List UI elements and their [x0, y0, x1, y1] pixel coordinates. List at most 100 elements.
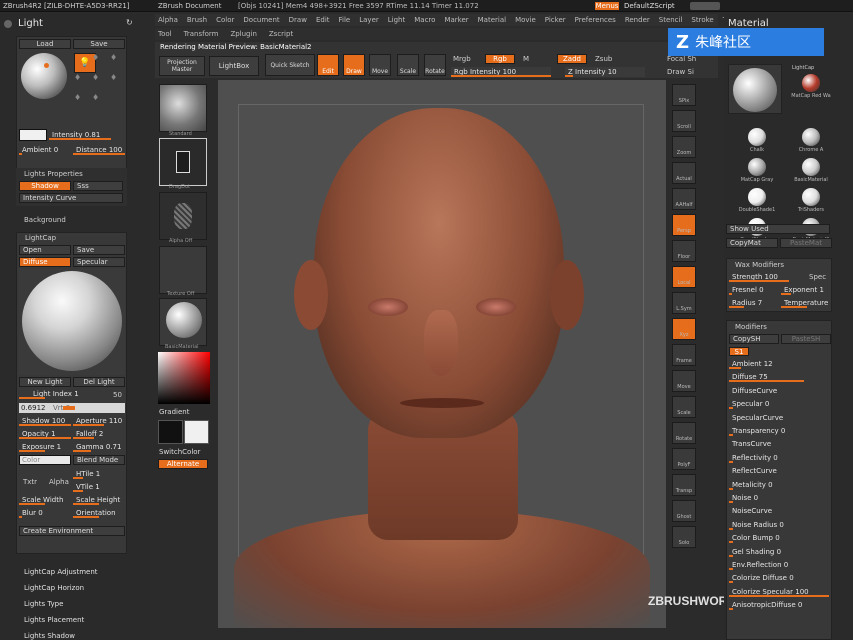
- alternate-button[interactable]: Alternate: [158, 459, 208, 469]
- color-picker[interactable]: [158, 352, 210, 404]
- material-param-env-reflection[interactable]: Env.Reflection 0: [729, 560, 829, 570]
- lightcap-title[interactable]: LightCap: [25, 235, 56, 242]
- tool-polyf-button[interactable]: PolyF: [672, 448, 696, 470]
- tool-floor-button[interactable]: Floor: [672, 240, 696, 262]
- gamma-slider[interactable]: Gamma 0.71: [73, 442, 125, 452]
- material-thumb[interactable]: [159, 298, 207, 346]
- light-bulb-icon[interactable]: ♦: [92, 73, 106, 89]
- material-param-noisecurve[interactable]: NoiseCurve: [729, 506, 829, 516]
- light-save-button[interactable]: Save: [73, 39, 125, 49]
- alpha-thumb[interactable]: [159, 192, 207, 240]
- brush-standard-thumb[interactable]: [159, 84, 207, 132]
- light-load-button[interactable]: Load: [19, 39, 71, 49]
- txtr-label[interactable]: Txtr: [23, 479, 37, 486]
- submenu-item-transform[interactable]: Transform: [184, 31, 219, 38]
- material-item-6[interactable]: TriShaders: [784, 188, 838, 216]
- del-light-button[interactable]: Del Light: [73, 377, 125, 387]
- material-param-colorize-specular[interactable]: Colorize Specular 100: [729, 587, 829, 597]
- vtile-slider[interactable]: VTile 1: [73, 482, 125, 492]
- menu-item-edit[interactable]: Edit: [316, 17, 330, 24]
- blur-slider[interactable]: Blur 0: [19, 508, 71, 518]
- m-toggle[interactable]: M: [523, 56, 529, 63]
- projection-master-button[interactable]: Projection Master: [159, 56, 205, 76]
- material-param-noise-radius[interactable]: Noise Radius 0: [729, 520, 829, 530]
- show-used-button[interactable]: Show Used: [726, 224, 830, 234]
- draw-button[interactable]: Draw: [343, 54, 365, 76]
- diffuse-toggle[interactable]: Diffuse: [19, 257, 71, 267]
- material-param-metalicity[interactable]: Metalicity 0: [729, 480, 829, 490]
- material-param-anisotropicdiffuse[interactable]: AnisotropicDiffuse 0: [729, 600, 829, 611]
- mrgb-toggle[interactable]: Mrgb: [453, 56, 471, 63]
- palette-dock-icon[interactable]: [4, 20, 12, 28]
- zsub-toggle[interactable]: Zsub: [595, 56, 612, 63]
- shadow-slider[interactable]: Shadow 100: [19, 416, 71, 426]
- material-param-diffusecurve[interactable]: DiffuseCurve: [729, 386, 829, 396]
- material-item-1[interactable]: Chalk: [730, 128, 784, 156]
- alpha-label[interactable]: Alpha: [49, 479, 69, 486]
- tool-actual-button[interactable]: Actual: [672, 162, 696, 184]
- material-item-0[interactable]: MatCap Red Wa: [784, 74, 838, 102]
- light-bulb-icon[interactable]: ♦: [74, 73, 88, 89]
- window-controls[interactable]: [690, 2, 720, 10]
- aperture-slider[interactable]: Aperture 110: [73, 416, 125, 426]
- light-preview-sphere[interactable]: [21, 53, 67, 99]
- falloff-slider[interactable]: Falloff 2: [73, 429, 125, 439]
- copymat-button[interactable]: CopyMat: [726, 238, 778, 248]
- tool-aahalf-button[interactable]: AAHalf: [672, 188, 696, 210]
- material-param-transcurve[interactable]: TransCurve: [729, 439, 829, 449]
- rgb-toggle[interactable]: Rgb: [485, 54, 515, 64]
- opacity-slider[interactable]: Opacity 1: [19, 429, 71, 439]
- submenu-item-zscript[interactable]: Zscript: [269, 31, 293, 38]
- light-bulb-icon[interactable]: ♦: [74, 93, 88, 109]
- background-section-title[interactable]: Background: [24, 217, 66, 224]
- menu-item-draw[interactable]: Draw: [289, 17, 307, 24]
- distance-slider[interactable]: Distance 100: [73, 145, 125, 155]
- menu-item-movie[interactable]: Movie: [515, 17, 536, 24]
- menu-item-file[interactable]: File: [339, 17, 351, 24]
- tool-rotate-button[interactable]: Rotate: [672, 422, 696, 444]
- pastesh-button[interactable]: PasteSH: [781, 334, 831, 344]
- wax-spec-label[interactable]: Spec: [809, 274, 826, 281]
- main-color-swatch[interactable]: [184, 420, 209, 444]
- focal-shift-label[interactable]: Focal Sh: [667, 56, 696, 63]
- light-position-dot[interactable]: [44, 63, 49, 68]
- submenu-item-tool[interactable]: Tool: [158, 31, 172, 38]
- submenu-item-zplugin[interactable]: Zplugin: [230, 31, 256, 38]
- menu-item-picker[interactable]: Picker: [545, 17, 566, 24]
- intensity-curve-button[interactable]: Intensity Curve: [19, 193, 123, 203]
- material-param-specularcurve[interactable]: SpecularCurve: [729, 413, 829, 423]
- pastemat-button[interactable]: PasteMat: [780, 238, 832, 248]
- tool-local-button[interactable]: Local: [672, 266, 696, 288]
- htile-slider[interactable]: HTile 1: [73, 469, 125, 479]
- tool-solo-button[interactable]: Solo: [672, 526, 696, 548]
- menu-item-brush[interactable]: Brush: [187, 17, 207, 24]
- menu-item-stencil[interactable]: Stencil: [659, 17, 683, 24]
- wax-radius-slider[interactable]: Radius 7: [729, 298, 779, 308]
- wax-fresnel-slider[interactable]: Fresnel 0: [729, 285, 779, 295]
- default-zscript-button[interactable]: DefaultZScript: [624, 3, 675, 10]
- draw-size-label[interactable]: Draw Si: [667, 69, 694, 76]
- material-param-reflectivity[interactable]: Reflectivity 0: [729, 453, 829, 463]
- light-section-1[interactable]: LightCap Horizon: [24, 585, 84, 592]
- tool-transp-button[interactable]: Transp: [672, 474, 696, 496]
- rgb-intensity-slider[interactable]: Rgb Intensity 100: [451, 67, 551, 77]
- menu-item-document[interactable]: Document: [243, 17, 279, 24]
- ambient-slider[interactable]: Ambient 0: [19, 145, 71, 155]
- material-param-diffuse[interactable]: Diffuse 75: [729, 372, 829, 383]
- tool-move-button[interactable]: Move: [672, 370, 696, 392]
- z-intensity-slider[interactable]: Z Intensity 10: [565, 67, 645, 77]
- material-param-noise[interactable]: Noise 0: [729, 493, 829, 503]
- lightcap-color-swatch[interactable]: Color: [19, 455, 71, 465]
- tool-lsym-button[interactable]: L.Sym: [672, 292, 696, 314]
- menu-item-material[interactable]: Material: [478, 17, 506, 24]
- sss-toggle[interactable]: Sss: [73, 181, 123, 191]
- lightcap-preview[interactable]: [19, 269, 125, 375]
- tool-xyz-button[interactable]: Xyz: [672, 318, 696, 340]
- switchcolor-button[interactable]: SwitchColor: [159, 449, 200, 456]
- menu-item-macro[interactable]: Macro: [414, 17, 435, 24]
- horizontal-vertical-field[interactable]: 0.6912 Vrt 0: [19, 403, 125, 413]
- light-section-4[interactable]: Lights Shadow: [24, 633, 75, 640]
- menu-item-color[interactable]: Color: [216, 17, 234, 24]
- light-index-slider[interactable]: Light Index 1: [19, 389, 105, 399]
- wax-modifiers-title[interactable]: Wax Modifiers: [735, 262, 784, 269]
